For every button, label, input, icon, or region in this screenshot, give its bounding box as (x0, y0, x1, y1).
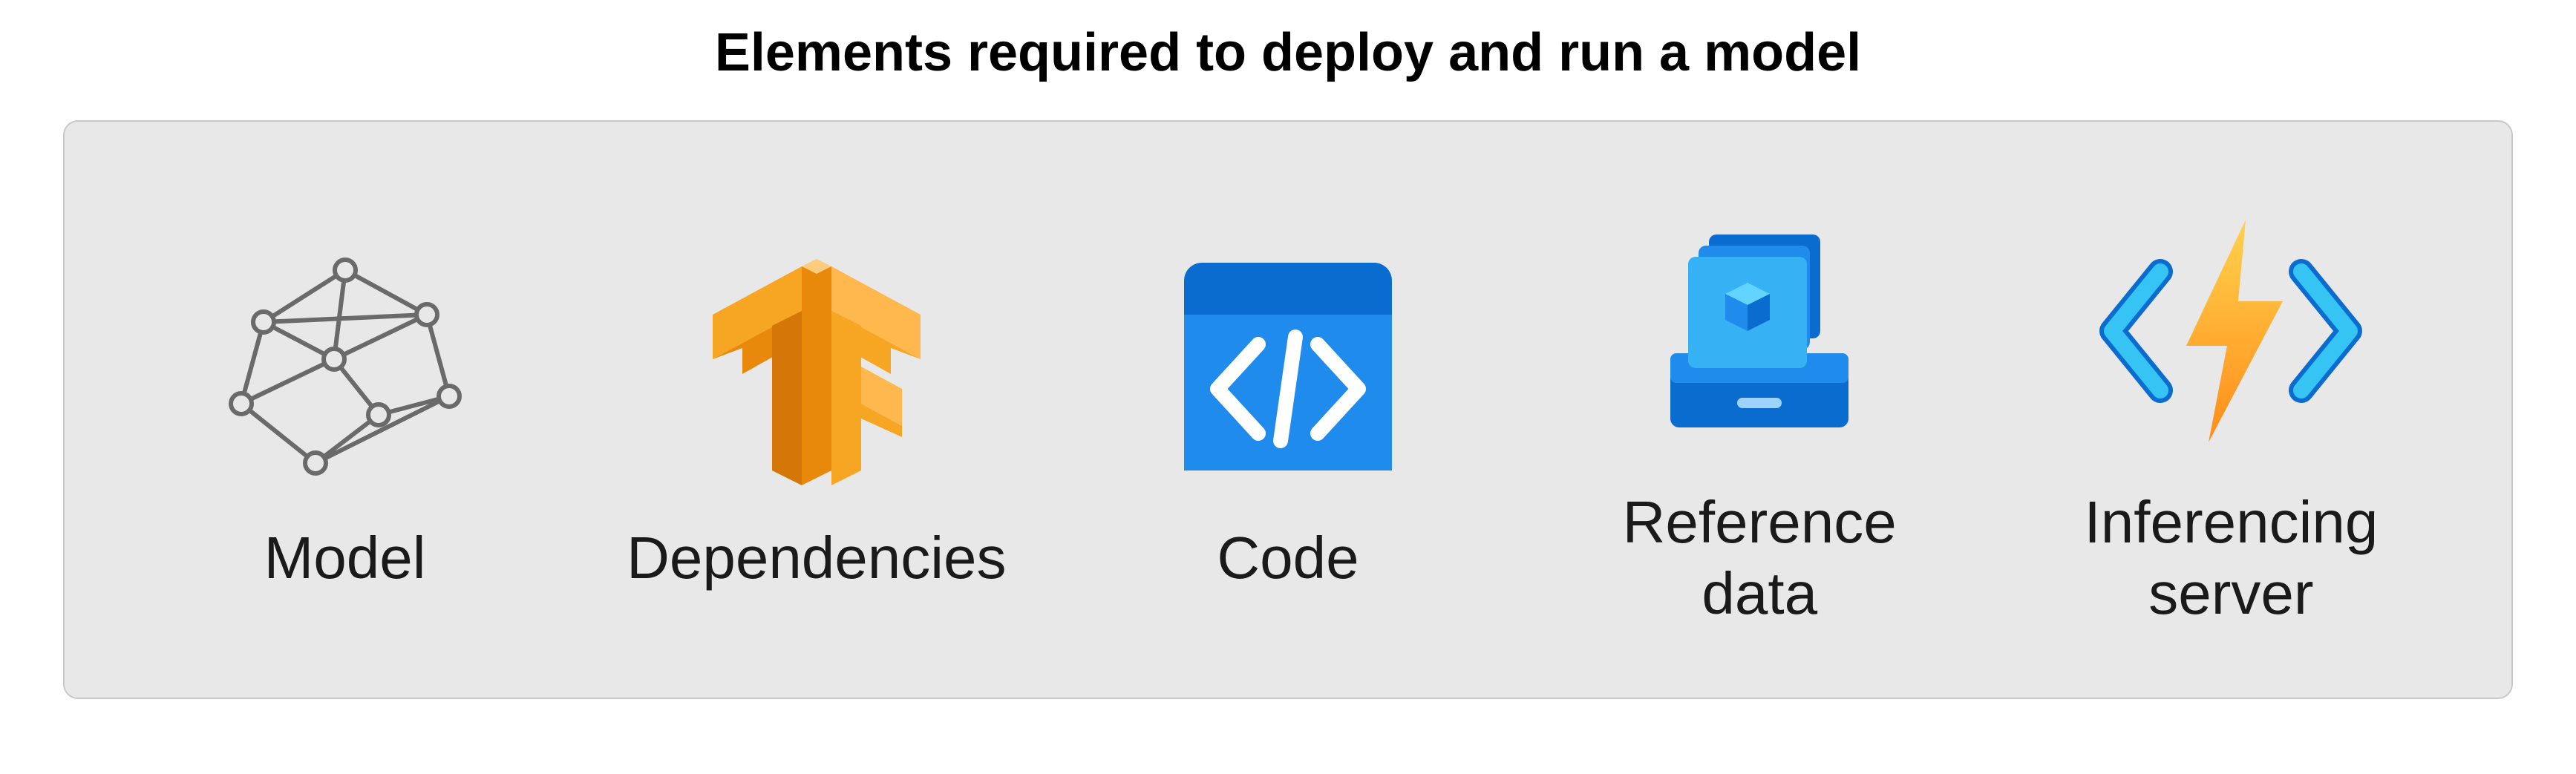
diagram-title: Elements required to deploy and run a mo… (715, 22, 1861, 83)
model-graph-icon (219, 226, 471, 508)
item-model: Model (109, 226, 581, 594)
code-icon (1177, 226, 1399, 508)
reference-data-icon (1641, 190, 1878, 472)
item-inferencing-server: Inferencingserver (1995, 190, 2467, 629)
inferencing-server-icon (2090, 190, 2372, 472)
elements-container: Model (63, 120, 2513, 699)
tensorflow-icon (698, 226, 935, 508)
item-label: Model (264, 522, 426, 594)
item-label: Referencedata (1623, 487, 1897, 629)
item-label: Code (1217, 522, 1359, 594)
item-dependencies: Dependencies (581, 226, 1052, 594)
item-label: Dependencies (627, 522, 1006, 594)
item-label: Inferencingserver (2085, 487, 2379, 629)
item-code: Code (1052, 226, 1523, 594)
item-reference-data: Referencedata (1524, 190, 1995, 629)
